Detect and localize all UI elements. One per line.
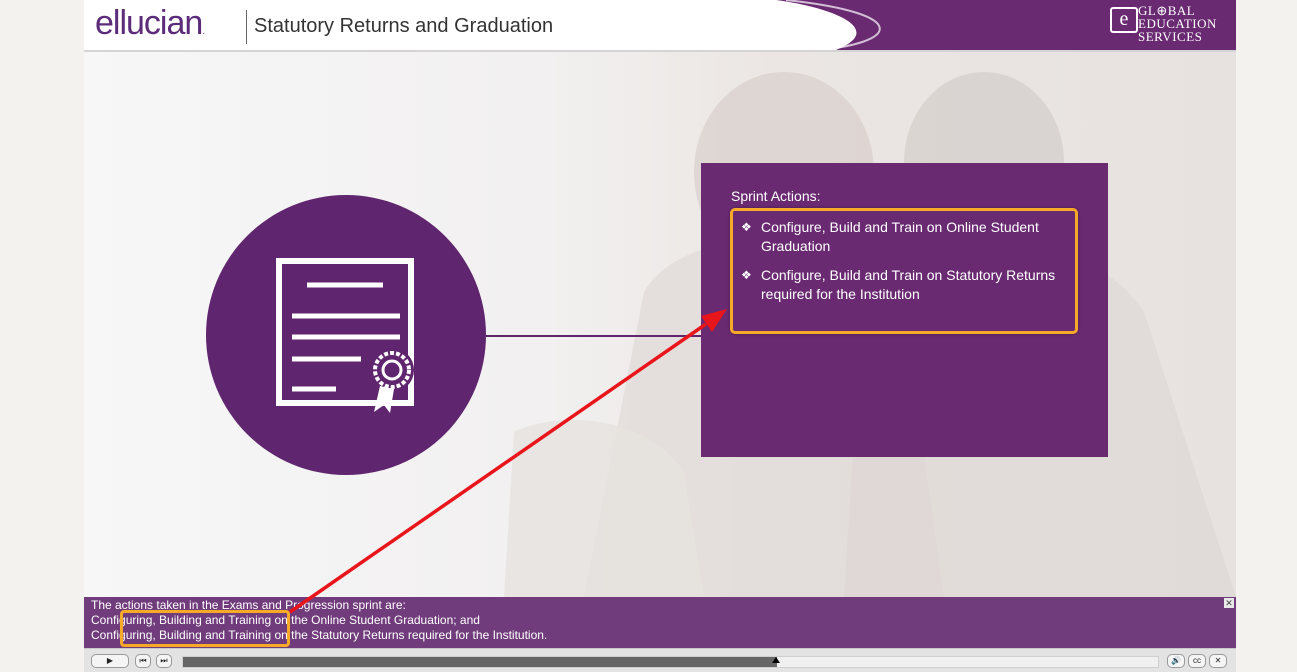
progress-handle[interactable] (772, 657, 781, 663)
ges-text: GL⊕BAL EDUCATION SERVICES (1138, 4, 1217, 43)
ellucian-logo: ellucian. (95, 4, 205, 43)
close-icon: ✕ (1214, 656, 1222, 665)
rewind-button[interactable]: ⏮ (135, 654, 151, 668)
ges-e-icon: e (1110, 7, 1138, 33)
connector-line (486, 335, 701, 337)
play-button[interactable]: ▶ (91, 654, 129, 668)
volume-button[interactable]: 🔊 (1167, 654, 1185, 668)
forward-icon: ⏭ (160, 656, 168, 665)
progress-bar[interactable] (182, 656, 1159, 668)
volume-icon: 🔊 (1171, 656, 1181, 665)
logo-text: ellucian (95, 4, 203, 42)
certificate-icon (276, 258, 414, 413)
global-education-services-logo: e GL⊕BAL EDUCATION SERVICES (1106, 4, 1230, 46)
forward-button[interactable]: ⏭ (156, 654, 172, 668)
certificate-badge (206, 195, 486, 475)
header-divider (246, 10, 247, 44)
page-title: Statutory Returns and Graduation (254, 15, 554, 37)
logo-mark: . (202, 26, 205, 37)
highlight-annotation (730, 208, 1078, 334)
slide-stage: Sprint Actions: ❖ Configure, Build and T… (84, 52, 1236, 597)
closed-captions-button[interactable]: cc (1188, 654, 1206, 668)
header: ellucian. Statutory Returns and Graduati… (84, 0, 1236, 52)
caption-highlight-annotation (120, 610, 290, 647)
rewind-icon: ⏮ (139, 656, 147, 665)
close-button[interactable]: ✕ (1209, 654, 1227, 668)
ges-line: SERVICES (1138, 29, 1203, 44)
sprint-actions-title: Sprint Actions: (731, 188, 821, 204)
cc-icon: cc (1193, 656, 1201, 665)
player-controls: ▶ ⏮ ⏭ 🔊 cc ✕ (84, 648, 1236, 672)
course-player-frame: ellucian. Statutory Returns and Graduati… (84, 0, 1236, 672)
caption-close-icon[interactable]: ✕ (1224, 598, 1234, 608)
play-icon: ▶ (106, 656, 114, 665)
caption-panel: The actions taken in the Exams and Progr… (84, 597, 1236, 648)
progress-fill (183, 657, 778, 667)
